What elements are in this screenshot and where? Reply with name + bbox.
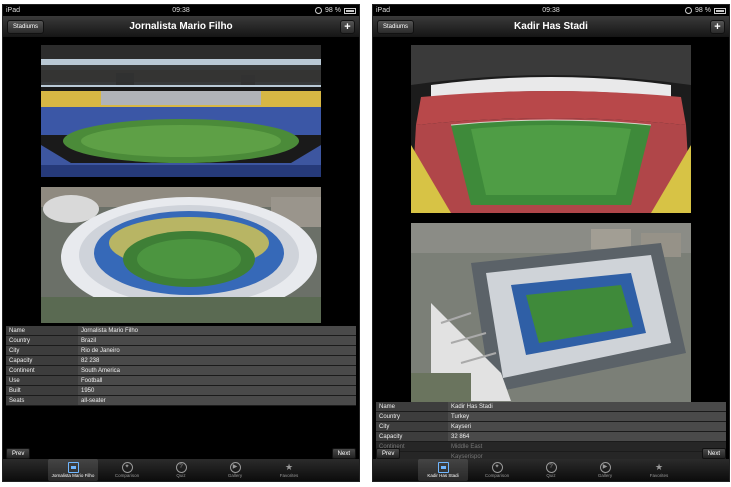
navigation-bar: Stadiums Kadir Has Stadi + bbox=[373, 16, 729, 38]
info-row: Name Jornalista Mario Filho bbox=[6, 326, 356, 336]
stadium-interior-photo bbox=[41, 45, 321, 177]
info-row: City Kayseri bbox=[376, 422, 726, 432]
info-row: Continent South America bbox=[6, 366, 356, 376]
prev-button[interactable]: Prev bbox=[6, 448, 31, 459]
page-title: Kadir Has Stadi bbox=[514, 21, 588, 32]
tab-comparison[interactable]: ✦ Comparison bbox=[472, 459, 522, 481]
stadium-aerial-photo bbox=[41, 187, 321, 323]
compass-icon: ✦ bbox=[121, 462, 133, 473]
play-icon: ▶ bbox=[599, 462, 611, 473]
info-row: City Rio de Janeiro bbox=[6, 346, 356, 356]
status-bar: iPad 09:38 98 % bbox=[373, 5, 729, 16]
tab-gallery[interactable]: ▶ Gallery bbox=[210, 459, 260, 481]
clock: 09:38 bbox=[172, 7, 190, 14]
add-favorite-button[interactable]: + bbox=[340, 20, 355, 34]
tab-stadium[interactable]: Kadir Has Stadi bbox=[418, 459, 468, 481]
info-row: Name Kadir Has Stadi bbox=[376, 402, 726, 412]
rotation-lock-icon bbox=[685, 7, 693, 14]
info-row: Country Turkey bbox=[376, 412, 726, 422]
tab-favorites[interactable]: ★ Favorites bbox=[634, 459, 684, 481]
battery-percent: 98 % bbox=[325, 7, 341, 14]
compass-icon: ✦ bbox=[491, 462, 503, 473]
info-row: Use Football bbox=[6, 376, 356, 386]
info-row: Built 1950 bbox=[6, 386, 356, 396]
add-favorite-button[interactable]: + bbox=[710, 20, 725, 34]
info-row: Country Brazil bbox=[6, 336, 356, 346]
clock: 09:38 bbox=[542, 7, 560, 14]
stadium-interior-photo bbox=[411, 45, 691, 213]
tab-comparison[interactable]: ✦ Comparison bbox=[102, 459, 152, 481]
ipad-screen-left: iPad 09:38 98 % Stadiums Jornalista Mari… bbox=[2, 4, 360, 482]
play-icon: ▶ bbox=[229, 462, 241, 473]
tab-favorites[interactable]: ★ Favorites bbox=[264, 459, 314, 481]
next-button[interactable]: Next bbox=[331, 448, 356, 459]
prev-button[interactable]: Prev bbox=[376, 448, 401, 459]
info-row: Capacity 82 238 bbox=[6, 356, 356, 366]
page-title: Jornalista Mario Filho bbox=[129, 21, 233, 32]
ipad-screen-right: iPad 09:38 98 % Stadiums Kadir Has Stadi… bbox=[372, 4, 730, 482]
battery-percent: 98 % bbox=[695, 7, 711, 14]
info-row: Seats all-seater bbox=[6, 396, 356, 406]
stadium-aerial-photo bbox=[411, 223, 691, 403]
stadium-info-table: Name Jornalista Mario Filho Country Brazil… bbox=[6, 326, 356, 406]
rotation-lock-icon bbox=[315, 7, 323, 14]
tab-stadium[interactable]: Jornalista Mario Filho bbox=[48, 459, 98, 481]
stadium-icon bbox=[437, 462, 449, 473]
star-icon: ★ bbox=[654, 462, 664, 472]
battery-icon bbox=[344, 7, 356, 14]
star-icon: ★ bbox=[284, 462, 294, 472]
status-bar: iPad 09:38 98 % bbox=[3, 5, 359, 16]
tab-quiz[interactable]: ? Quiz bbox=[156, 459, 206, 481]
stadium-icon bbox=[67, 462, 79, 473]
battery-icon bbox=[714, 7, 726, 14]
tab-quiz[interactable]: ? Quiz bbox=[526, 459, 576, 481]
tab-bar: Kadir Has Stadi ✦ Comparison ? Quiz ▶ Ga… bbox=[373, 459, 729, 481]
question-icon: ? bbox=[545, 462, 557, 473]
question-icon: ? bbox=[175, 462, 187, 473]
navigation-bar: Stadiums Jornalista Mario Filho + bbox=[3, 16, 359, 38]
tab-bar: Jornalista Mario Filho ✦ Comparison ? Qu… bbox=[3, 459, 359, 481]
info-row: Capacity 32 864 bbox=[376, 432, 726, 442]
tab-gallery[interactable]: ▶ Gallery bbox=[580, 459, 630, 481]
next-button[interactable]: Next bbox=[701, 448, 726, 459]
